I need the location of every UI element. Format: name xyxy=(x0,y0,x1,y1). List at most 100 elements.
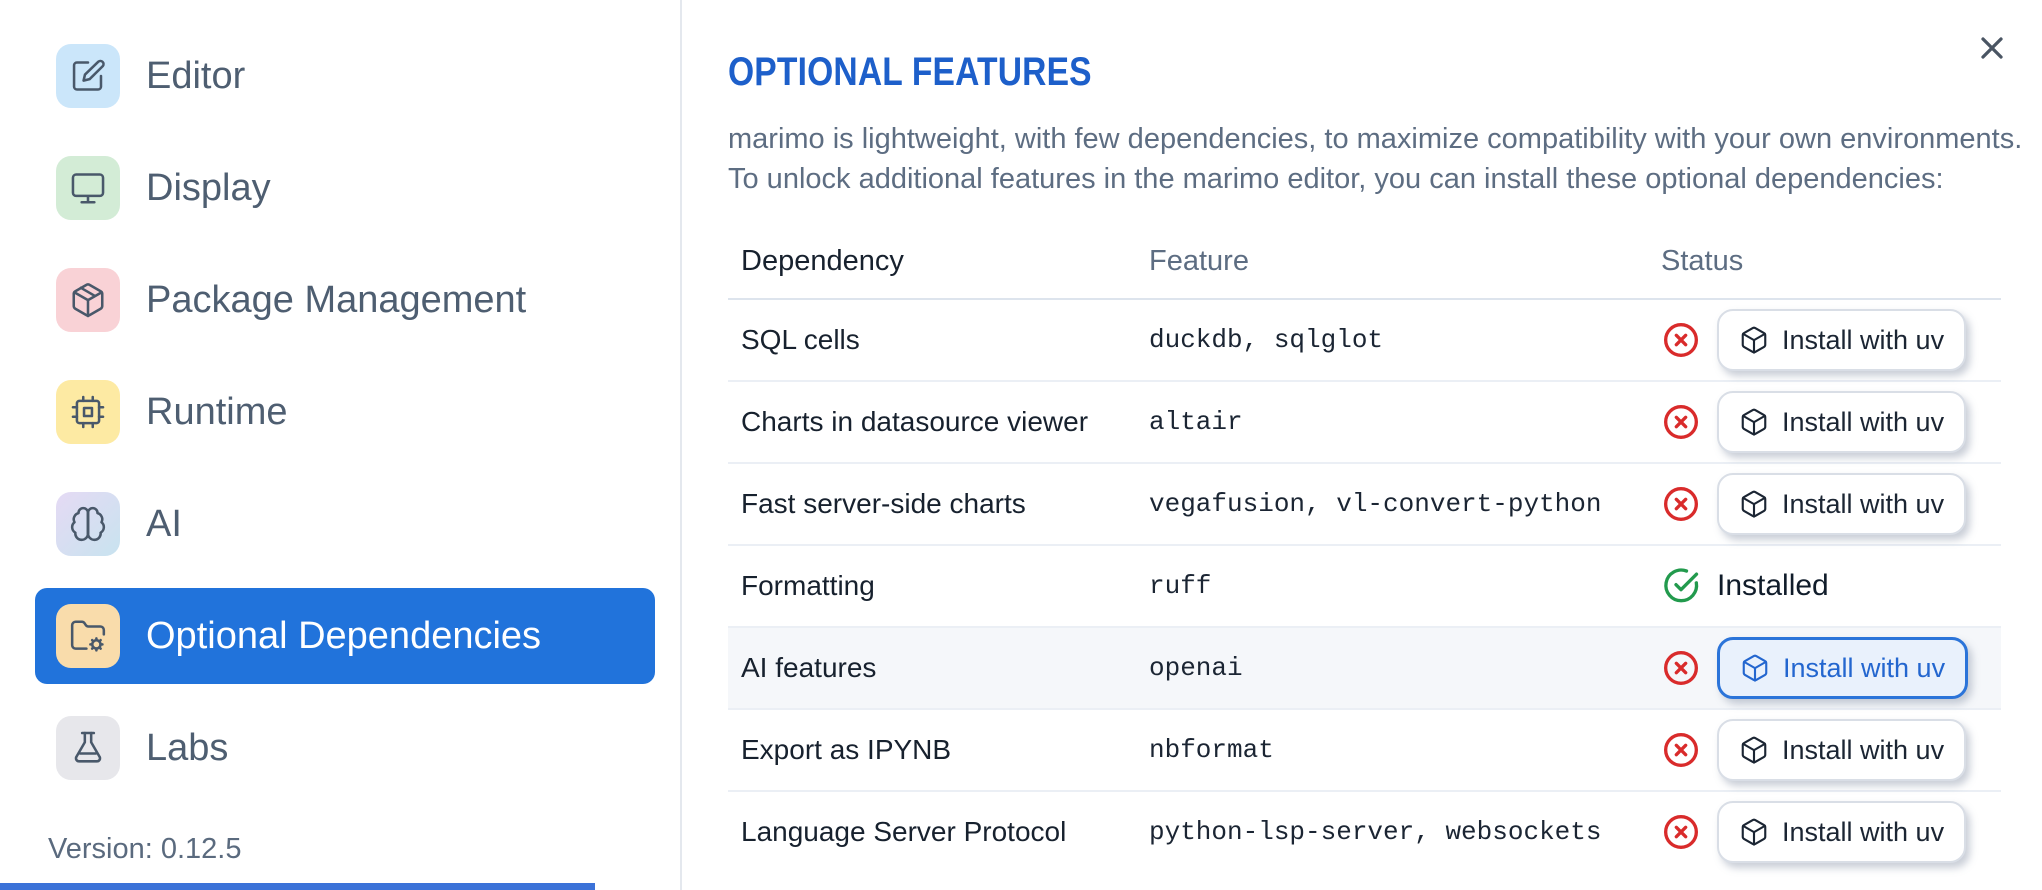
circle-x-icon xyxy=(1664,651,1698,685)
circle-x-icon xyxy=(1664,815,1698,849)
status-cell: Install with uv xyxy=(1661,473,2001,535)
install-with-uv-button[interactable]: Install with uv xyxy=(1717,473,1967,535)
status-missing-icon xyxy=(1661,402,1701,442)
sidebar-item-optional-dependencies[interactable]: Optional Dependencies xyxy=(35,588,655,684)
table-body: SQL cells duckdb, sqlglot Install with uv C… xyxy=(728,300,2001,872)
sidebar-item-label: Editor xyxy=(146,54,246,97)
status-cell: Install with uv xyxy=(1661,801,2001,863)
status-missing-icon xyxy=(1661,730,1701,770)
install-with-uv-button[interactable]: Install with uv xyxy=(1717,309,1967,371)
feature-cell: ruff xyxy=(1149,571,1212,601)
box-icon xyxy=(1741,736,1767,764)
column-header-status: Status xyxy=(1661,245,1744,277)
panel-description: marimo is lightweight, with few dependen… xyxy=(728,119,2042,199)
install-button-label: Install with uv xyxy=(1782,734,1945,765)
sidebar-item-display[interactable]: Display xyxy=(35,140,655,236)
circle-x-icon xyxy=(1664,323,1698,357)
cpu-icon xyxy=(71,395,105,429)
monitor-icon xyxy=(71,173,105,204)
install-button-label: Install with uv xyxy=(1782,324,1945,355)
status-installed-icon xyxy=(1661,566,1701,606)
install-with-uv-button[interactable]: Install with uv xyxy=(1717,801,1967,863)
table-row-export-as-ipynb: Export as IPYNB nbformat Install with uv xyxy=(728,710,2001,792)
dependency-cell: Formatting xyxy=(741,570,875,601)
sidebar-nav: Editor Display Package Management Runtime AI… xyxy=(35,28,680,796)
box-icon xyxy=(1742,654,1768,682)
feature-cell: python-lsp-server, websockets xyxy=(1149,817,1602,847)
status-cell: Installed xyxy=(1661,566,2001,606)
version-label: Version: 0.12.5 xyxy=(48,833,242,865)
dependency-cell: AI features xyxy=(741,652,877,683)
status-missing-icon xyxy=(1661,812,1701,852)
sidebar-item-editor[interactable]: Editor xyxy=(35,28,655,124)
settings-panel: OPTIONAL FEATURES marimo is lightweight,… xyxy=(682,0,2042,890)
circle-check-icon xyxy=(1664,568,1699,603)
feature-cell: vegafusion, vl-convert-python xyxy=(1149,489,1602,519)
dependency-cell: Language Server Protocol xyxy=(741,816,1067,847)
sidebar-item-package-management[interactable]: Package Management xyxy=(35,252,655,348)
optional-features-table: Dependency Feature Status SQL cells duckd… xyxy=(728,245,2001,872)
dependency-cell: Fast server-side charts xyxy=(741,488,1026,519)
close-icon xyxy=(1981,37,2003,59)
install-with-uv-button[interactable]: Install with uv xyxy=(1717,719,1967,781)
status-cell: Install with uv xyxy=(1661,719,2001,781)
folder-cog-icon-tile xyxy=(56,604,120,668)
status-cell: Install with uv xyxy=(1661,637,2001,699)
close-button[interactable] xyxy=(1969,25,2015,71)
table-row-sql-cells: SQL cells duckdb, sqlglot Install with uv xyxy=(728,300,2001,382)
sidebar-item-runtime[interactable]: Runtime xyxy=(35,364,655,460)
table-row-ai-features: AI features openai Install with uv xyxy=(728,628,2001,710)
cpu-icon-tile xyxy=(56,380,120,444)
install-button-label: Install with uv xyxy=(1782,488,1945,519)
table-row-formatting: Formatting ruff Installed xyxy=(728,546,2001,628)
table-row-language-server-protocol: Language Server Protocol python-lsp-serve… xyxy=(728,792,2001,872)
feature-cell: altair xyxy=(1149,407,1243,437)
column-header-feature: Feature xyxy=(1149,245,1249,277)
dependency-cell: Charts in datasource viewer xyxy=(741,406,1089,437)
box-icon xyxy=(1741,818,1767,846)
status-missing-icon xyxy=(1661,320,1701,360)
status-missing-icon xyxy=(1661,484,1701,524)
brain-icon xyxy=(70,506,106,542)
table-row-charts-in-datasource-viewer: Charts in datasource viewer altair Install… xyxy=(728,382,2001,464)
edit-icon xyxy=(72,59,105,91)
box-icon xyxy=(1741,408,1767,436)
description-line: To unlock additional features in the mar… xyxy=(728,163,1944,195)
monitor-icon-tile xyxy=(56,156,120,220)
sidebar-item-label: Labs xyxy=(146,726,229,769)
sidebar-item-label: Package Management xyxy=(146,278,527,321)
column-header-dependency: Dependency xyxy=(741,245,904,277)
package-icon-tile xyxy=(56,268,120,332)
sidebar-item-labs[interactable]: Labs xyxy=(35,700,655,796)
flask-icon xyxy=(74,731,102,763)
box-icon xyxy=(1741,490,1767,518)
dependency-cell: SQL cells xyxy=(741,324,860,355)
circle-x-icon xyxy=(1664,405,1698,439)
box-icon xyxy=(1741,326,1767,354)
sidebar-item-label: AI xyxy=(146,502,182,545)
status-cell: Install with uv xyxy=(1661,309,2001,371)
brain-icon-tile xyxy=(56,492,120,556)
sidebar-item-ai[interactable]: AI xyxy=(35,476,655,572)
status-missing-icon xyxy=(1661,648,1701,688)
install-with-uv-button[interactable]: Install with uv xyxy=(1717,637,1969,699)
install-button-label: Install with uv xyxy=(1782,816,1945,847)
install-button-label: Install with uv xyxy=(1782,406,1945,437)
folder-cog-icon xyxy=(70,620,106,652)
installed-label: Installed xyxy=(1717,569,1829,602)
package-icon xyxy=(72,283,104,318)
install-button-label: Install with uv xyxy=(1783,652,1946,683)
table-header-row: Dependency Feature Status xyxy=(728,245,2001,300)
table-row-fast-server-side-charts: Fast server-side charts vegafusion, vl-co… xyxy=(728,464,2001,546)
description-line: marimo is lightweight, with few dependen… xyxy=(728,123,2023,155)
install-with-uv-button[interactable]: Install with uv xyxy=(1717,391,1967,453)
settings-sidebar: Editor Display Package Management Runtime AI… xyxy=(0,0,680,890)
feature-cell: duckdb, sqlglot xyxy=(1149,325,1384,355)
feature-cell: openai xyxy=(1149,653,1243,683)
status-cell: Install with uv xyxy=(1661,391,2001,453)
flask-icon-tile xyxy=(56,716,120,780)
dependency-cell: Export as IPYNB xyxy=(741,734,952,765)
sidebar-item-label: Runtime xyxy=(146,390,288,433)
sidebar-item-label: Optional Dependencies xyxy=(146,614,542,657)
feature-cell: nbformat xyxy=(1149,735,1274,765)
